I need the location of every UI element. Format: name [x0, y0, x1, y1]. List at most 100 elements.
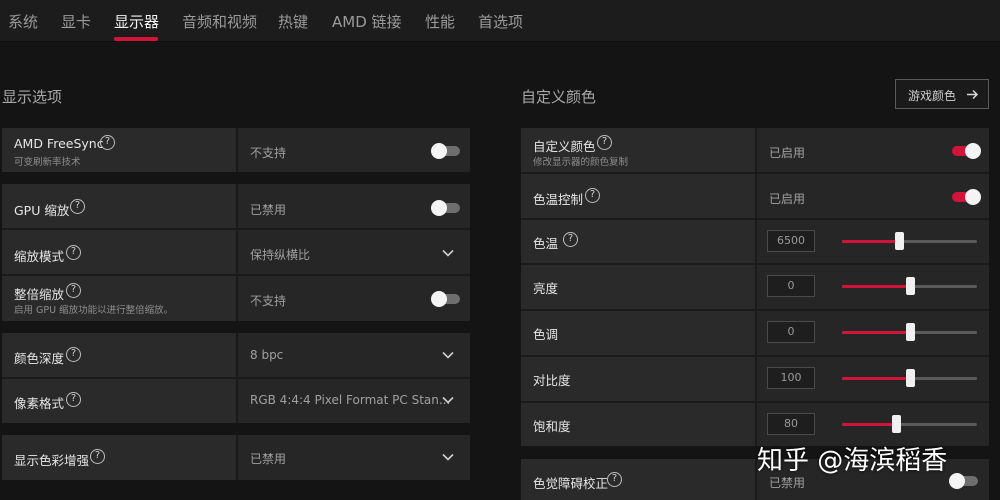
- slider-thumb[interactable]: [905, 369, 915, 387]
- color-format-group: 颜色深度 ? 8 bpc 像素格式 ? RGB 4:4:4 Pixel Form…: [2, 333, 470, 423]
- freesync-value: 不支持: [250, 146, 287, 160]
- slider-value-input[interactable]: 6500: [767, 230, 815, 252]
- toggle-knob: [431, 291, 447, 307]
- scaling-group: GPU 缩放 ? 已禁用 缩放模式 ? 保持纵横比 整倍缩放 ? 启用 GPU …: [2, 184, 470, 321]
- slider-value-input[interactable]: 0: [767, 275, 815, 297]
- slider-fill: [842, 240, 899, 243]
- divider: [521, 263, 989, 265]
- temp-control-toggle[interactable]: [952, 189, 981, 205]
- tab-preferences[interactable]: 首选项: [478, 11, 523, 32]
- gpu-scaling-toggle[interactable]: [431, 200, 460, 216]
- slider-label: 饱和度: [533, 419, 571, 434]
- chevron-down-icon[interactable]: [441, 393, 455, 407]
- tab-graphics[interactable]: 显卡: [61, 11, 91, 32]
- slider-fill: [842, 377, 910, 380]
- help-icon[interactable]: ?: [585, 188, 600, 203]
- gpu-scaling-value: 已禁用: [250, 203, 287, 217]
- help-icon[interactable]: ?: [607, 472, 622, 487]
- pixel-format-value[interactable]: RGB 4:4:4 Pixel Format PC Stan...: [250, 393, 450, 407]
- slider-track[interactable]: [842, 369, 977, 387]
- arrow-right-icon: [967, 89, 979, 100]
- slider-fill: [842, 331, 910, 334]
- tab-system[interactable]: 系统: [8, 11, 38, 32]
- game-color-button-label: 游戏颜色: [908, 89, 957, 103]
- slider-track[interactable]: [842, 277, 977, 295]
- slider-value-input[interactable]: 80: [767, 413, 815, 435]
- help-icon[interactable]: ?: [90, 449, 105, 464]
- color-depth-value[interactable]: 8 bpc: [250, 348, 283, 362]
- chevron-down-icon[interactable]: [441, 450, 455, 464]
- divider: [2, 377, 470, 379]
- slider-track[interactable]: [842, 323, 977, 341]
- slider-thumb[interactable]: [905, 323, 915, 341]
- integer-scaling-sub: 启用 GPU 缩放功能以进行整倍缩放。: [14, 305, 174, 316]
- tab-hotkeys[interactable]: 热键: [278, 11, 308, 32]
- color-enhance-label: 显示色彩增强: [14, 453, 90, 468]
- tab-display[interactable]: 显示器: [114, 11, 159, 32]
- help-icon[interactable]: ?: [66, 347, 81, 362]
- top-nav: 系统 显卡 显示器 音频和视频 热键 AMD 链接 性能 首选项: [0, 0, 1000, 42]
- help-icon[interactable]: ?: [66, 283, 81, 298]
- freesync-label: AMD FreeSync: [14, 136, 104, 151]
- integer-scaling-toggle[interactable]: [431, 291, 460, 307]
- scaling-mode-value[interactable]: 保持纵横比: [250, 246, 310, 263]
- chevron-down-icon[interactable]: [441, 246, 455, 260]
- integer-scaling-value: 不支持: [250, 294, 287, 308]
- temp-control-value: 已启用: [769, 192, 806, 206]
- slider-value-input[interactable]: 0: [767, 321, 815, 343]
- slider-track[interactable]: [842, 232, 977, 250]
- toggle-knob: [431, 143, 447, 159]
- divider: [521, 309, 989, 311]
- slider-track[interactable]: [842, 415, 977, 433]
- pixel-format-label: 像素格式: [14, 396, 65, 411]
- toggle-knob: [949, 473, 965, 489]
- scaling-mode-label: 缩放模式: [14, 249, 65, 264]
- toggle-knob: [965, 143, 981, 159]
- color-blind-toggle[interactable]: [949, 473, 978, 489]
- freesync-toggle[interactable]: [431, 143, 460, 159]
- slider-thumb[interactable]: [894, 232, 904, 250]
- slider-label: 对比度: [533, 373, 571, 388]
- toggle-knob: [965, 189, 981, 205]
- freesync-sub: 可变刷新率技术: [14, 157, 81, 168]
- custom-color-title: 自定义颜色: [521, 88, 597, 106]
- divider: [2, 228, 470, 230]
- slider-label: 亮度: [533, 281, 559, 296]
- slider-fill: [842, 285, 910, 288]
- custom-color-value: 已启用: [769, 146, 806, 160]
- help-icon[interactable]: ?: [70, 199, 85, 214]
- color-blind-label: 色觉障碍校正: [533, 476, 609, 491]
- custom-color-toggle[interactable]: [952, 143, 981, 159]
- tab-audio-video[interactable]: 音频和视频: [182, 11, 257, 32]
- custom-color-sub: 修改显示器的颜色复制: [533, 157, 629, 168]
- color-enhance-row: 显示色彩增强 ? 已禁用: [2, 435, 470, 480]
- active-tab-indicator: [114, 37, 158, 41]
- gpu-scaling-label: GPU 缩放: [14, 203, 70, 218]
- temp-control-label: 色温控制: [533, 192, 584, 207]
- custom-color-label: 自定义颜色: [533, 139, 596, 154]
- slider-label: 色温: [533, 236, 559, 251]
- help-icon[interactable]: ?: [100, 135, 115, 150]
- help-icon[interactable]: ?: [563, 232, 578, 247]
- slider-thumb[interactable]: [892, 415, 901, 433]
- integer-scaling-label: 整倍缩放: [14, 287, 65, 302]
- game-color-button[interactable]: 游戏颜色: [895, 79, 989, 109]
- help-icon[interactable]: ?: [66, 392, 81, 407]
- tab-performance[interactable]: 性能: [425, 11, 455, 32]
- divider: [521, 172, 989, 174]
- help-icon[interactable]: ?: [66, 245, 81, 260]
- chevron-down-icon[interactable]: [441, 348, 455, 362]
- display-options-title: 显示选项: [2, 88, 63, 106]
- divider: [521, 401, 989, 403]
- slider-thumb[interactable]: [905, 277, 915, 295]
- divider: [521, 218, 989, 220]
- color-enhance-value[interactable]: 已禁用: [250, 450, 286, 467]
- slider-fill: [842, 423, 896, 426]
- color-depth-label: 颜色深度: [14, 351, 65, 366]
- slider-value-input[interactable]: 100: [767, 367, 815, 389]
- watermark: 知乎 @海滨稻香: [757, 446, 948, 476]
- tab-amd-link[interactable]: AMD 链接: [332, 11, 402, 32]
- divider: [521, 355, 989, 357]
- slider-label: 色调: [533, 327, 559, 342]
- help-icon[interactable]: ?: [597, 135, 612, 150]
